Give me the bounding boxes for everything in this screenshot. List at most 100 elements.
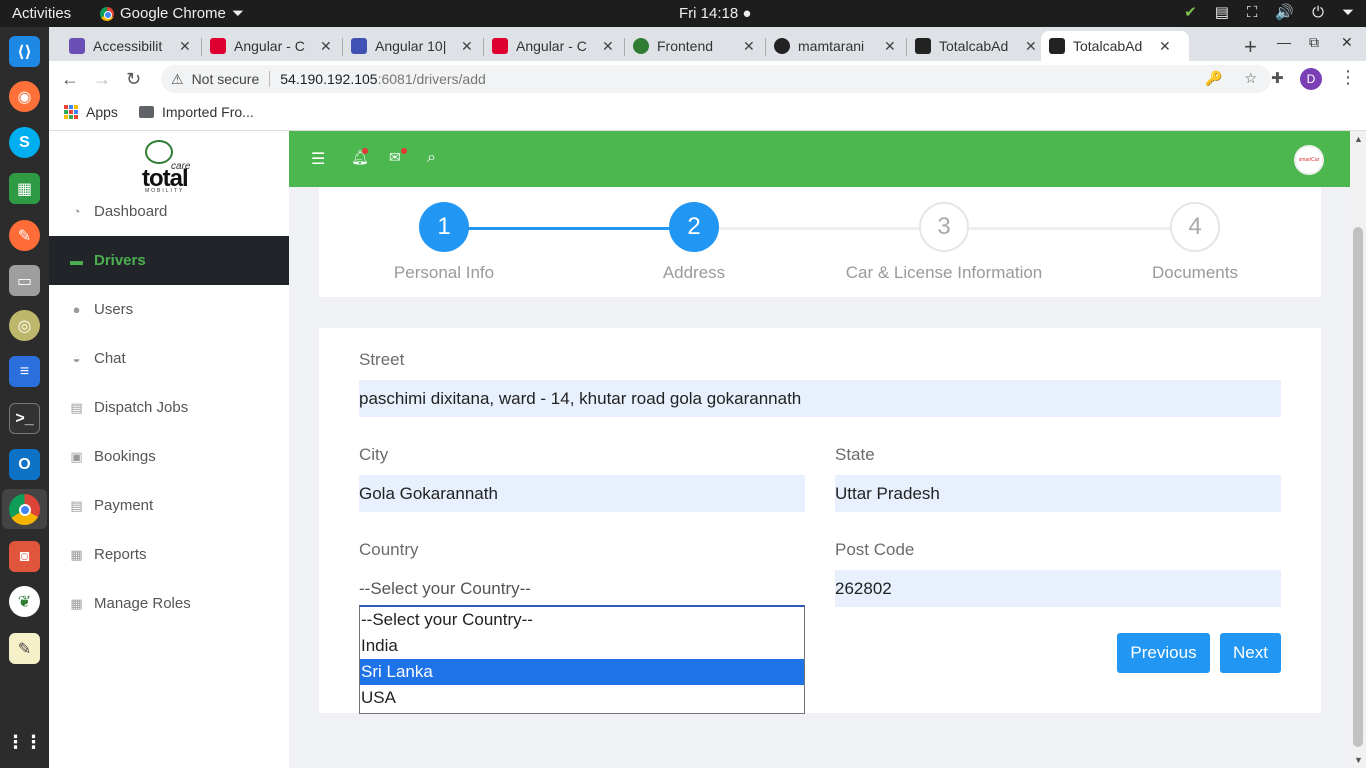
text-editor-icon[interactable]: ✎ xyxy=(9,633,40,664)
next-button[interactable]: Next xyxy=(1220,633,1281,673)
terminal-icon[interactable]: >_ xyxy=(9,403,40,434)
tab-title: Angular - C xyxy=(516,38,587,54)
close-icon[interactable]: ✕ xyxy=(1025,38,1037,55)
country-option[interactable]: USA xyxy=(360,685,804,711)
close-icon[interactable]: ✕ xyxy=(1159,38,1171,55)
page-scrollbar[interactable]: ▲ ▼ xyxy=(1350,131,1366,768)
firefox-icon[interactable]: ◉ xyxy=(9,81,40,112)
country-select[interactable]: --Select your Country-- xyxy=(359,579,531,599)
close-icon[interactable]: ✕ xyxy=(461,38,473,55)
network-icon[interactable]: ⛶ xyxy=(1247,4,1258,21)
sidebar-item-bookings[interactable]: ▣ Bookings xyxy=(49,432,289,481)
vscode-icon[interactable]: ⟨⟩ xyxy=(9,36,40,67)
browser-tab[interactable]: mamtarani ✕ xyxy=(766,31,906,61)
outlook-icon[interactable]: O xyxy=(9,449,40,480)
street-input[interactable]: paschimi dixitana, ward - 14, khutar roa… xyxy=(359,380,1281,417)
browser-tab[interactable]: Accessibilit ✕ xyxy=(61,31,201,61)
angular-icon xyxy=(492,38,508,54)
extensions-icon[interactable]: ✚ xyxy=(1271,69,1284,87)
security-status[interactable]: Not secure xyxy=(192,71,260,87)
key-icon[interactable]: 🔑 xyxy=(1205,70,1222,87)
chrome-icon[interactable] xyxy=(9,494,40,525)
browser-tab-active[interactable]: TotalcabAd ✕ xyxy=(1041,31,1189,61)
hamburger-menu-icon[interactable]: ☰ xyxy=(311,149,325,169)
chrome-icon xyxy=(100,6,114,21)
minimize-button[interactable]: — xyxy=(1277,34,1291,50)
close-icon[interactable]: ✕ xyxy=(602,38,614,55)
update-icon[interactable]: ✔ xyxy=(1184,3,1197,21)
search-icon[interactable]: ⌕ xyxy=(427,149,436,167)
drive-icon[interactable]: ▭ xyxy=(9,265,40,296)
close-icon[interactable]: ✕ xyxy=(320,38,332,55)
speaker-icon[interactable]: ◎ xyxy=(9,310,40,341)
close-icon[interactable]: ✕ xyxy=(179,38,191,55)
browser-tab[interactable]: Angular 10| ✕ xyxy=(343,31,483,61)
skype-icon[interactable]: S xyxy=(9,127,40,158)
scrollbar-thumb[interactable] xyxy=(1353,227,1363,747)
country-option-highlighted[interactable]: Sri Lanka xyxy=(360,659,804,685)
chevron-down-icon: ⏷ xyxy=(231,5,244,22)
sidebar-item-drivers[interactable]: ▬ Drivers xyxy=(49,236,289,285)
folder-icon xyxy=(139,106,154,118)
mail-icon[interactable]: ✉ xyxy=(389,149,401,166)
close-icon[interactable]: ✕ xyxy=(884,38,896,55)
total-care-logo[interactable]: care total MOBILITY xyxy=(139,137,199,194)
sidebar-item-dispatch-jobs[interactable]: ▤ Dispatch Jobs xyxy=(49,383,289,432)
scroll-up-arrow[interactable]: ▲ xyxy=(1354,134,1363,144)
browser-tab[interactable]: Angular - C ✕ xyxy=(202,31,342,61)
activities-button[interactable]: Activities xyxy=(12,5,71,22)
city-input[interactable]: Gola Gokarannath xyxy=(359,475,805,512)
street-label: Street xyxy=(359,350,405,369)
warning-icon[interactable]: ⚠ xyxy=(171,71,184,88)
close-window-button[interactable]: ✕ xyxy=(1341,34,1353,51)
step-address[interactable]: 2 Address xyxy=(594,202,794,283)
more-menu-icon[interactable]: ⋮ xyxy=(1339,67,1357,88)
close-icon[interactable]: ✕ xyxy=(743,38,755,55)
browser-tab[interactable]: TotalcabAd ✕ xyxy=(907,31,1047,61)
user-avatar[interactable]: smartCar xyxy=(1294,145,1324,175)
postcode-input[interactable]: 262802 xyxy=(835,570,1281,607)
sidebar-item-dashboard[interactable]: ◔ Dashboard xyxy=(49,187,289,236)
mongodb-icon[interactable]: ❦ xyxy=(9,586,40,617)
sidebar-item-chat[interactable]: ◒ Chat xyxy=(49,334,289,383)
country-option[interactable]: India xyxy=(360,633,804,659)
profile-avatar[interactable]: D xyxy=(1300,68,1322,90)
sidebar-item-label: Reports xyxy=(94,546,147,563)
spreadsheet-icon[interactable]: ▦ xyxy=(9,173,40,204)
sidebar-item-payment[interactable]: ▤ Payment xyxy=(49,481,289,530)
apps-label: Apps xyxy=(86,104,118,120)
previous-button[interactable]: Previous xyxy=(1117,633,1210,673)
show-apps-icon[interactable]: ⋮⋮ xyxy=(7,727,43,758)
sidebar-item-users[interactable]: ● Users xyxy=(49,285,289,334)
browser-tab[interactable]: Angular - C ✕ xyxy=(484,31,624,61)
restore-button[interactable]: ⧉ xyxy=(1309,34,1319,51)
reload-button[interactable]: ↻ xyxy=(126,69,141,90)
step-documents[interactable]: 4 Documents xyxy=(1095,202,1295,283)
power-icon[interactable]: ⏻ xyxy=(1312,4,1324,21)
document-icon[interactable]: ≡ xyxy=(9,356,40,387)
country-option[interactable]: --Select your Country-- xyxy=(360,607,804,633)
scroll-down-arrow[interactable]: ▼ xyxy=(1354,755,1363,765)
back-button[interactable]: ← xyxy=(61,69,79,90)
apps-bookmark[interactable]: Apps xyxy=(64,104,118,120)
sidebar-item-manage-roles[interactable]: ▦ Manage Roles xyxy=(49,579,289,628)
notes-icon[interactable]: ▤ xyxy=(1215,3,1229,21)
new-tab-button[interactable]: + xyxy=(1244,34,1257,60)
app-menu[interactable]: Google Chrome ⏷ xyxy=(100,5,244,22)
sidebar-item-reports[interactable]: ▦ Reports xyxy=(49,530,289,579)
chevron-down-icon[interactable]: ⏷ xyxy=(1342,4,1354,21)
screenshot-icon[interactable]: ◙ xyxy=(9,541,40,572)
clock[interactable]: Fri 14:18 ● xyxy=(679,5,751,22)
forward-button[interactable]: → xyxy=(93,69,111,90)
step-personal-info[interactable]: 1 Personal Info xyxy=(344,202,544,283)
postman-icon[interactable]: ✎ xyxy=(9,220,40,251)
system-tray[interactable]: ✔ ▤ ⛶ 🔊 ⏻ ⏷ xyxy=(1184,3,1354,22)
address-bar[interactable]: ⚠ Not secure 54.190.192.105:6081/drivers… xyxy=(161,65,1271,93)
volume-icon[interactable]: 🔊 xyxy=(1275,3,1294,21)
step-car-license[interactable]: 3 Car & License Information xyxy=(819,202,1069,283)
city-label: City xyxy=(359,445,389,464)
star-icon[interactable]: ☆ xyxy=(1244,70,1257,87)
browser-tab[interactable]: Frontend ✕ xyxy=(625,31,765,61)
imported-folder-bookmark[interactable]: Imported Fro... xyxy=(139,104,254,120)
state-input[interactable]: Uttar Pradesh xyxy=(835,475,1281,512)
